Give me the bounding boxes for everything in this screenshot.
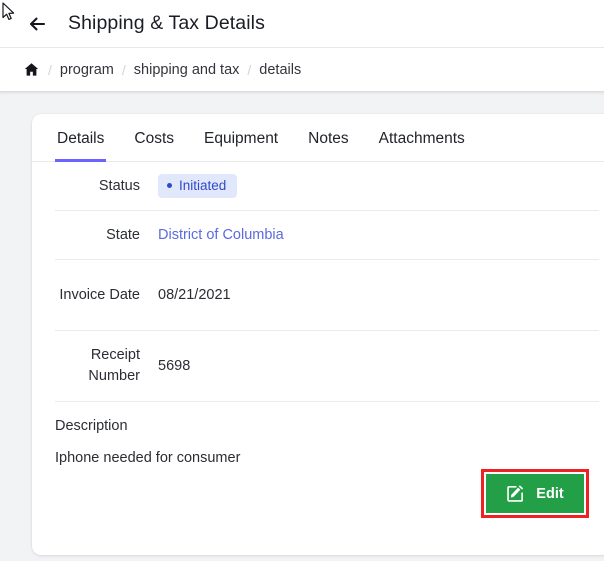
breadcrumb: / program / shipping and tax / details [0, 47, 604, 91]
back-button[interactable] [26, 13, 48, 35]
row-label-state: State [106, 226, 140, 243]
row-value-status: Initiated [158, 174, 238, 198]
tab-notes[interactable]: Notes [306, 130, 351, 162]
row-value-state[interactable]: District of Columbia [158, 225, 284, 246]
edit-button-highlight: Edit [481, 469, 589, 518]
edit-button[interactable]: Edit [486, 474, 584, 513]
status-badge-label: Initiated [179, 178, 227, 193]
breadcrumb-separator-1: / [48, 61, 52, 78]
row-receipt-number: Receipt Number 5698 [55, 331, 599, 402]
breadcrumb-separator-2: / [121, 61, 126, 78]
description-text: Iphone needed for consumer [55, 450, 241, 466]
page-title: Shipping & Tax Details [68, 12, 265, 34]
row-label-status: Status [98, 177, 140, 194]
breadcrumb-item-details[interactable]: details [259, 62, 301, 78]
tab-costs[interactable]: Costs [132, 130, 176, 162]
breadcrumb-item-program[interactable]: program [60, 62, 114, 78]
breadcrumb-home-button[interactable] [22, 61, 40, 79]
row-status: Status Initiated [55, 162, 599, 211]
edit-button-label: Edit [536, 485, 564, 502]
app-header: Shipping & Tax Details [0, 0, 604, 47]
tab-attachments[interactable]: Attachments [377, 130, 467, 162]
row-state: State District of Columbia [55, 211, 599, 260]
status-dot-icon [167, 183, 172, 188]
tab-equipment[interactable]: Equipment [202, 130, 280, 162]
row-value-invoice-date: 08/21/2021 [158, 286, 231, 303]
breadcrumb-separator-3: / [247, 61, 252, 78]
page-body: Details Costs Equipment Notes Attachment… [0, 91, 604, 561]
edit-pencil-square-icon [507, 485, 524, 502]
tab-details[interactable]: Details [55, 130, 107, 162]
breadcrumb-item-shipping-and-tax[interactable]: shipping and tax [134, 62, 240, 78]
details-card: Details Costs Equipment Notes Attachment… [32, 114, 604, 555]
row-invoice-date: Invoice Date 08/21/2021 [55, 260, 599, 331]
description-block: Description Iphone needed for consumer [32, 402, 604, 466]
home-icon [24, 63, 38, 76]
row-label-receipt-number: Receipt Number [88, 347, 140, 384]
row-label-invoice-date: Invoice Date [59, 286, 140, 303]
description-label: Description [55, 418, 128, 434]
tab-bar: Details Costs Equipment Notes Attachment… [32, 114, 604, 162]
row-value-receipt-number: 5698 [158, 357, 191, 374]
detail-rows: Status Initiated State District of Colum… [32, 162, 604, 402]
status-badge: Initiated [158, 174, 238, 198]
arrow-left-icon [29, 17, 46, 30]
